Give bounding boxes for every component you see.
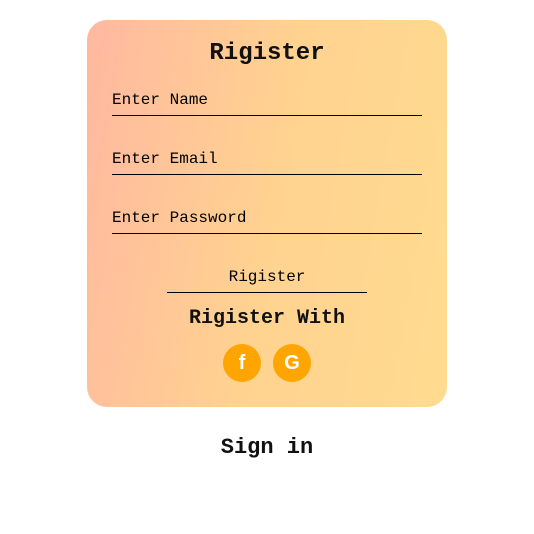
google-button[interactable]: G	[273, 344, 311, 382]
sign-in-link[interactable]: Sign in	[221, 435, 313, 460]
name-input[interactable]	[112, 85, 422, 116]
facebook-button[interactable]: f	[223, 344, 261, 382]
social-row: f G	[223, 344, 311, 382]
password-input[interactable]	[112, 203, 422, 234]
register-card: Rigister Rigister Rigister With f G	[87, 20, 447, 407]
facebook-icon: f	[239, 352, 246, 375]
page-title: Rigister	[209, 40, 324, 67]
social-title: Rigister With	[189, 307, 345, 330]
google-icon: G	[284, 352, 300, 375]
register-button[interactable]: Rigister	[167, 264, 367, 293]
email-input[interactable]	[112, 144, 422, 175]
